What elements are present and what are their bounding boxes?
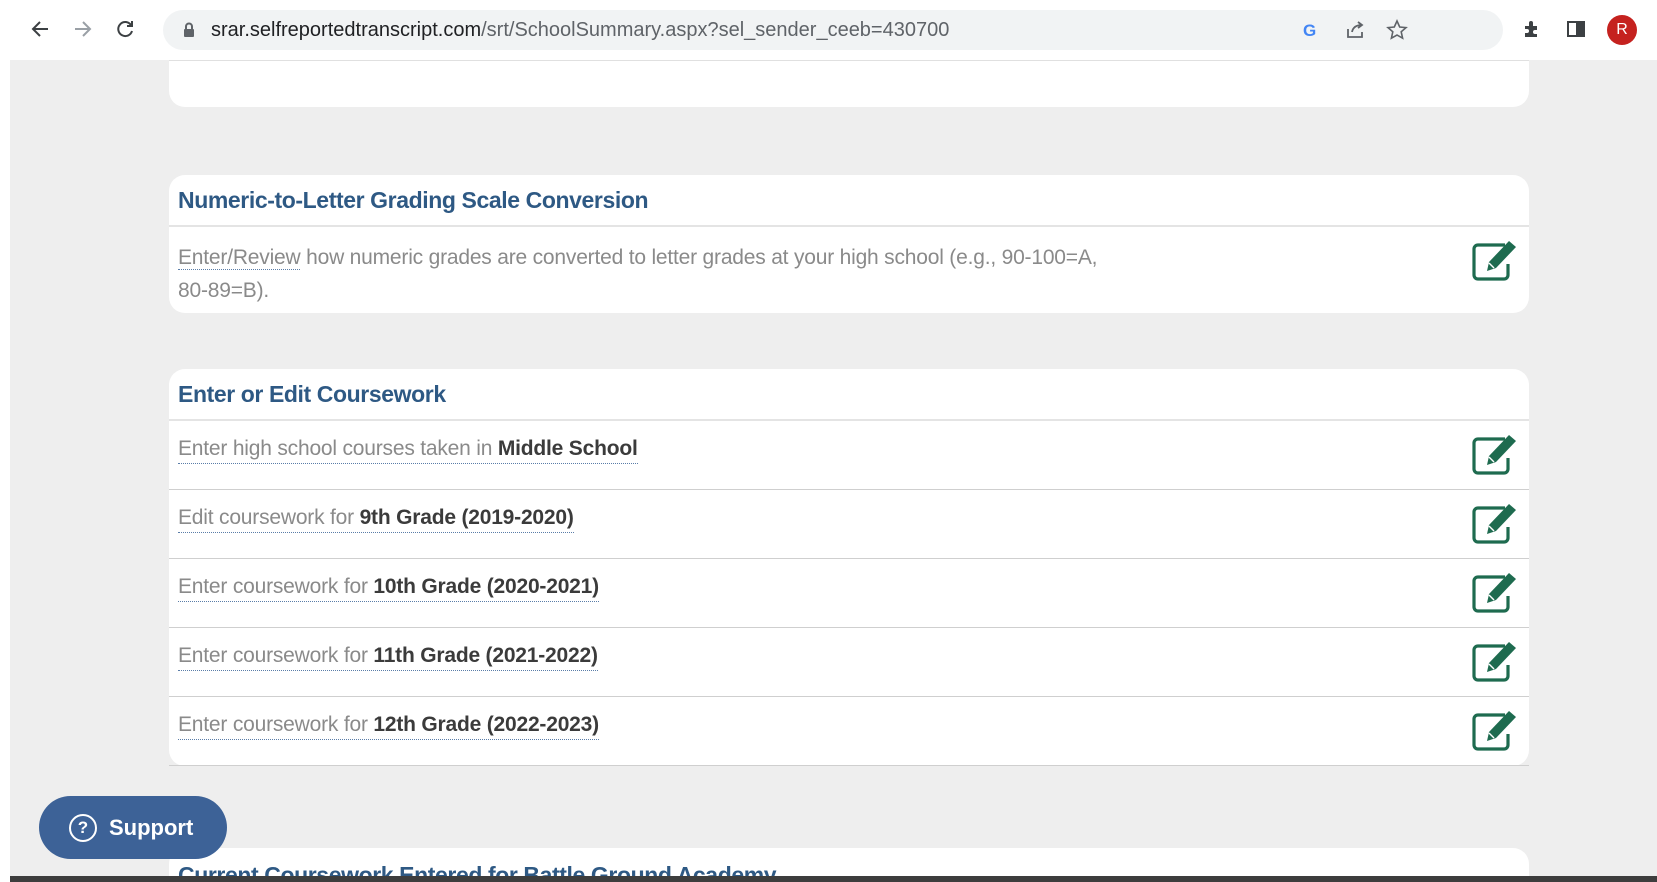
forward-arrow-icon[interactable] xyxy=(68,14,98,44)
grading-description-line2: 80-89=B). xyxy=(178,279,270,302)
coursework-row-12th[interactable]: Enter coursework for 12th Grade (2022-20… xyxy=(169,697,1529,766)
address-bar[interactable]: srar.selfreportedtranscript.com/srt/Scho… xyxy=(163,10,1503,50)
side-panel-icon[interactable] xyxy=(1563,16,1589,42)
coursework-link-grade: 12th Grade (2022-2023) xyxy=(373,713,599,736)
grading-scale-row: Enter/Review how numeric grades are conv… xyxy=(169,227,1529,313)
coursework-link-grade: 9th Grade (2019-2020) xyxy=(359,506,574,529)
coursework-row-11th[interactable]: Enter coursework for 11th Grade (2021-20… xyxy=(169,628,1529,697)
coursework-link-grade: 11th Grade (2021-2022) xyxy=(373,644,598,667)
edit-icon[interactable] xyxy=(1469,501,1521,547)
coursework-link-prefix: Enter high school courses taken in xyxy=(178,437,498,460)
browser-toolbar: srar.selfreportedtranscript.com/srt/Scho… xyxy=(0,0,1657,60)
grading-scale-card: Numeric-to-Letter Grading Scale Conversi… xyxy=(169,175,1529,313)
google-lens-icon[interactable]: G xyxy=(1298,18,1322,42)
coursework-link[interactable]: Enter coursework for 10th Grade (2020-20… xyxy=(178,575,599,602)
coursework-title: Enter or Edit Coursework xyxy=(169,369,1529,421)
edit-icon[interactable] xyxy=(1469,570,1521,616)
back-arrow-icon[interactable] xyxy=(25,14,55,44)
url-host: srar.selfreportedtranscript.com xyxy=(211,19,482,41)
grading-scale-description: Enter/Review how numeric grades are conv… xyxy=(178,241,1098,307)
lock-icon[interactable] xyxy=(183,22,195,43)
reload-icon[interactable] xyxy=(110,14,140,44)
support-button[interactable]: ? Support xyxy=(39,796,227,859)
current-coursework-title: Current Coursework Entered for Battle Gr… xyxy=(178,862,777,882)
page-content: Numeric-to-Letter Grading Scale Conversi… xyxy=(10,60,1657,882)
edit-icon[interactable] xyxy=(1469,639,1521,685)
previous-card-bottom xyxy=(169,60,1529,107)
url-path: /srt/SchoolSummary.aspx?sel_sender_ceeb=… xyxy=(481,19,950,41)
coursework-row-10th[interactable]: Enter coursework for 10th Grade (2020-20… xyxy=(169,559,1529,628)
grading-description-line1: how numeric grades are converted to lett… xyxy=(300,246,1098,269)
help-circle-icon: ? xyxy=(69,813,97,842)
coursework-link-grade: 10th Grade (2020-2021) xyxy=(373,575,599,598)
share-icon[interactable] xyxy=(1343,18,1367,42)
bookmark-star-icon[interactable] xyxy=(1385,18,1409,42)
edit-icon[interactable] xyxy=(1469,708,1521,754)
coursework-link[interactable]: Edit coursework for 9th Grade (2019-2020… xyxy=(178,506,574,533)
url-text: srar.selfreportedtranscript.com/srt/Scho… xyxy=(211,19,949,42)
coursework-link-prefix: Enter coursework for xyxy=(178,713,374,736)
enter-review-link[interactable]: Enter/Review xyxy=(178,246,301,270)
coursework-link-prefix: Enter coursework for xyxy=(178,575,374,598)
coursework-link[interactable]: Enter coursework for 11th Grade (2021-20… xyxy=(178,644,598,671)
profile-avatar[interactable]: R xyxy=(1607,15,1637,45)
coursework-link-prefix: Enter coursework for xyxy=(178,644,374,667)
edit-icon[interactable] xyxy=(1469,238,1521,284)
coursework-link-prefix: Edit coursework for xyxy=(178,506,360,529)
coursework-row-9th[interactable]: Edit coursework for 9th Grade (2019-2020… xyxy=(169,490,1529,559)
coursework-card: Enter or Edit Coursework Enter high scho… xyxy=(169,369,1529,766)
coursework-link-grade: Middle School xyxy=(497,437,638,460)
support-label: Support xyxy=(109,814,194,840)
extensions-puzzle-icon[interactable] xyxy=(1519,16,1545,42)
coursework-row-middle-school[interactable]: Enter high school courses taken in Middl… xyxy=(169,421,1529,490)
edit-icon[interactable] xyxy=(1469,432,1521,478)
svg-text:G: G xyxy=(1303,21,1316,40)
current-coursework-card: Current Coursework Entered for Battle Gr… xyxy=(169,848,1529,882)
coursework-link[interactable]: Enter high school courses taken in Middl… xyxy=(178,437,638,464)
coursework-link[interactable]: Enter coursework for 12th Grade (2022-20… xyxy=(178,713,599,740)
grading-scale-title: Numeric-to-Letter Grading Scale Conversi… xyxy=(169,175,1529,227)
